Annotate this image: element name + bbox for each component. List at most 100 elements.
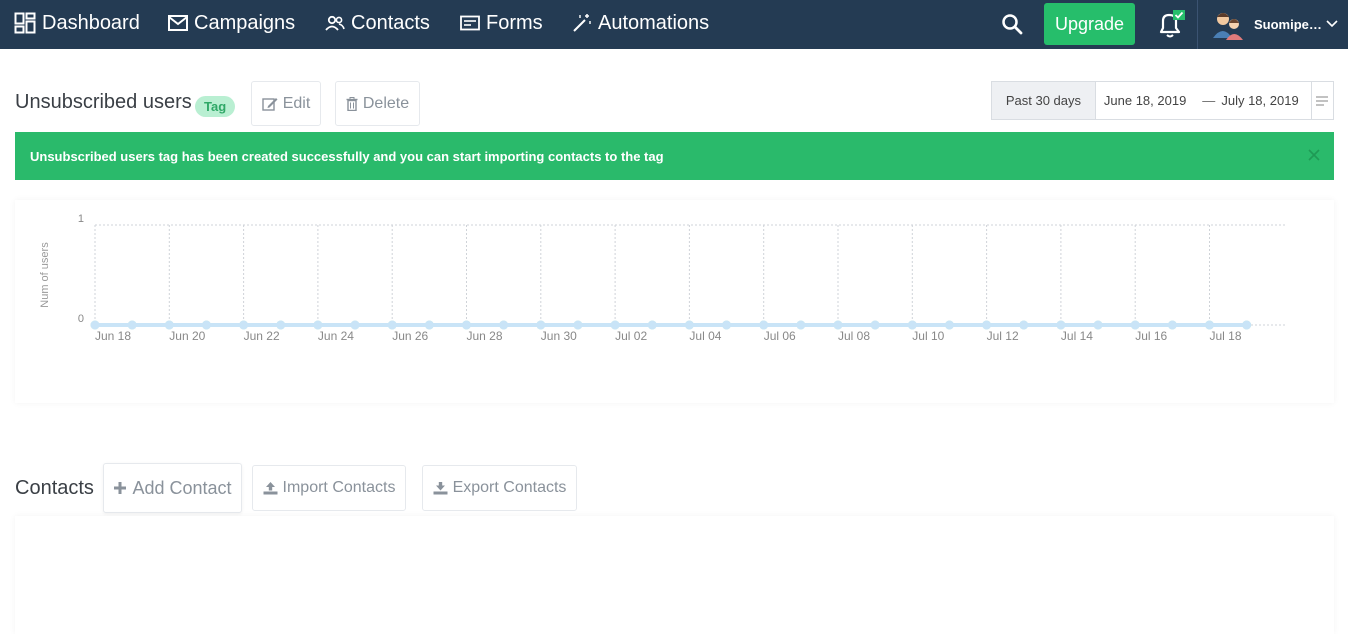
import-contacts-button[interactable]: Import Contacts	[252, 465, 406, 511]
data-point-removed	[870, 320, 880, 330]
user-menu[interactable]: Suomipel...	[1212, 6, 1338, 42]
data-point-removed	[276, 320, 286, 330]
y-tick-label: 1	[78, 213, 84, 225]
data-point-removed	[1019, 320, 1029, 330]
data-point-removed	[833, 320, 843, 330]
nav-campaigns[interactable]: Campaigns	[168, 0, 295, 46]
x-tick-label: Jul 18	[1210, 329, 1242, 343]
x-tick-label: Jun 28	[467, 329, 503, 343]
mail-icon	[168, 15, 188, 31]
data-point-removed	[796, 320, 806, 330]
form-icon	[460, 15, 480, 31]
tag-badge: Tag	[195, 96, 236, 117]
y-tick-label: 0	[78, 313, 84, 325]
add-contact-label: Add Contact	[132, 477, 232, 498]
x-tick-label: Jul 10	[912, 329, 944, 343]
data-point-removed	[499, 320, 509, 330]
export-contacts-button[interactable]: Export Contacts	[422, 465, 577, 511]
search-icon	[1002, 14, 1023, 35]
data-point-removed	[350, 320, 360, 330]
nav-forms-label: Forms	[486, 11, 543, 34]
data-point-removed	[239, 320, 249, 330]
top-navbar: Dashboard Campaigns Contacts Forms Autom…	[0, 0, 1348, 49]
chevron-down-icon	[1326, 20, 1338, 28]
nav-divider	[1197, 0, 1198, 49]
date-range-picker: Past 30 days June 18, 2019 — July 18, 20…	[991, 81, 1334, 120]
search-button[interactable]	[1000, 12, 1024, 36]
avatar	[1213, 13, 1243, 40]
data-point-removed	[944, 320, 954, 330]
users-icon	[325, 15, 345, 31]
data-point-removed	[1056, 320, 1066, 330]
data-point-removed	[610, 320, 620, 330]
delete-button[interactable]: Delete	[335, 81, 420, 126]
data-point-removed	[1242, 320, 1252, 330]
nav-automations-label: Automations	[598, 11, 710, 34]
bell-icon	[1159, 10, 1185, 38]
notifications-button[interactable]	[1154, 9, 1186, 41]
data-point-removed	[313, 320, 323, 330]
data-point-removed	[1205, 320, 1214, 330]
add-contact-button[interactable]: Add Contact	[103, 463, 242, 513]
x-tick-label: Jul 12	[987, 329, 1019, 343]
x-tick-label: Jul 02	[615, 329, 647, 343]
range-preset-button[interactable]: Past 30 days	[992, 82, 1096, 119]
date-from[interactable]: June 18, 2019	[1096, 82, 1196, 119]
chart-card: 1 0 Num of users Jun 18 Jun 20 Jun 22 Jun 24 Ju…	[15, 200, 1334, 581]
contacts-table-area	[15, 516, 1334, 634]
data-point-removed	[201, 320, 211, 330]
download-icon	[433, 482, 448, 495]
data-point-removed	[1093, 320, 1103, 330]
user-name: Suomipel...	[1254, 16, 1322, 32]
x-tick-label: Jul 16	[1135, 329, 1167, 343]
x-tick-label: Jul 14	[1061, 329, 1093, 343]
y-axis-label: Num of users	[39, 242, 51, 308]
export-contacts-label: Export Contacts	[452, 479, 567, 496]
x-tick-label: Jun 26	[392, 329, 428, 343]
data-point-removed	[573, 320, 583, 330]
close-icon[interactable]	[1308, 149, 1320, 161]
date-to[interactable]: July 18, 2019	[1221, 82, 1310, 119]
nav-contacts[interactable]: Contacts	[325, 0, 430, 46]
data-point-removed	[1130, 320, 1140, 330]
alert-message: Unsubscribed users tag has been created …	[30, 148, 664, 164]
upload-icon	[263, 482, 278, 495]
date-options-button[interactable]	[1310, 82, 1333, 119]
delete-label: Delete	[362, 94, 410, 112]
nav-contacts-label: Contacts	[351, 11, 430, 34]
x-tick-label: Jul 04	[689, 329, 721, 343]
magic-wand-icon	[573, 14, 591, 32]
upgrade-button[interactable]: Upgrade	[1044, 3, 1135, 45]
data-point-removed	[759, 320, 769, 330]
data-point-removed	[536, 320, 546, 330]
nav-dashboard[interactable]: Dashboard	[14, 0, 140, 46]
x-tick-label: Jun 22	[244, 329, 280, 343]
data-point-removed	[127, 320, 137, 330]
edit-icon	[262, 97, 278, 111]
data-point-removed	[1167, 320, 1177, 330]
import-contacts-label: Import Contacts	[282, 479, 396, 496]
x-tick-label: Jun 20	[169, 329, 205, 343]
menu-lines-icon	[1316, 95, 1329, 106]
dashboard-icon	[14, 12, 36, 34]
contacts-title: Contacts	[15, 477, 94, 499]
x-tick-label: Jun 24	[318, 329, 354, 343]
data-point-removed	[722, 320, 732, 330]
plus-icon	[114, 482, 127, 494]
data-point-removed	[462, 320, 471, 330]
data-point-removed	[684, 320, 694, 330]
x-tick-label: Jul 08	[838, 329, 870, 343]
data-point-removed	[90, 320, 100, 330]
data-point-removed	[907, 320, 917, 330]
date-separator: —	[1202, 93, 1216, 108]
edit-button[interactable]: Edit	[251, 81, 321, 126]
data-point-removed	[387, 320, 397, 330]
edit-label: Edit	[282, 94, 311, 112]
nav-campaigns-label: Campaigns	[194, 11, 296, 34]
nav-forms[interactable]: Forms	[460, 0, 543, 46]
users-chart: 1 0 Num of users Jun 18 Jun 20 Jun 22 Jun 24 Ju…	[39, 213, 1285, 343]
success-alert: Unsubscribed users tag has been created …	[15, 132, 1334, 180]
x-tick-label: Jun 30	[541, 329, 577, 343]
nav-dashboard-label: Dashboard	[42, 11, 140, 34]
nav-automations[interactable]: Automations	[572, 0, 709, 46]
